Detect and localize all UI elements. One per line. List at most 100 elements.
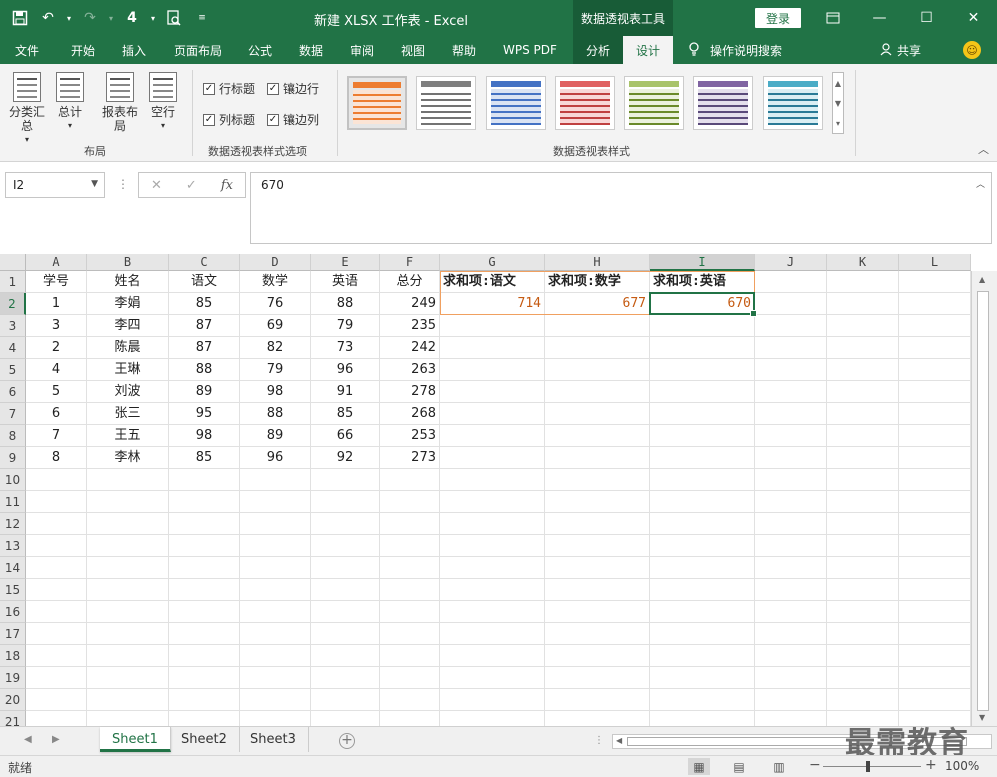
row-header[interactable]: 2 (0, 293, 26, 315)
name-box-dropdown-icon[interactable]: ▼ (91, 179, 98, 189)
sheet-tab-sheet1[interactable]: Sheet1 (100, 727, 171, 752)
row-header[interactable]: 21 (0, 711, 26, 726)
table-cell[interactable]: 96 (240, 447, 310, 469)
table-cell[interactable]: 91 (311, 381, 379, 403)
subtotals-button[interactable]: 分类汇总 ▾ (8, 72, 46, 147)
pivot-style-swatch[interactable] (693, 76, 753, 130)
table-cell[interactable]: 249 (380, 293, 439, 315)
login-button[interactable]: 登录 (755, 8, 801, 28)
name-box[interactable]: I2 ▼ (5, 172, 105, 198)
table-cell[interactable]: 85 (169, 447, 239, 469)
table-cell[interactable]: 陈晨 (87, 337, 168, 359)
row-header[interactable]: 17 (0, 623, 26, 645)
table-cell[interactable]: 98 (169, 425, 239, 447)
tab-wps-pdf[interactable]: WPS PDF (503, 36, 557, 64)
maximize-icon[interactable]: ☐ (903, 0, 950, 36)
zoom-in-icon[interactable]: + (925, 757, 937, 773)
table-cell[interactable]: 235 (380, 315, 439, 337)
tab-file[interactable]: 文件 (15, 36, 39, 64)
pivot-style-swatch[interactable] (416, 76, 476, 130)
save-icon[interactable] (8, 6, 32, 30)
column-header[interactable]: G (440, 254, 545, 271)
row-header[interactable]: 8 (0, 425, 26, 447)
zoom-out-icon[interactable]: − (809, 757, 821, 773)
table-cell[interactable]: 82 (240, 337, 310, 359)
row-header[interactable]: 12 (0, 513, 26, 535)
table-cell[interactable]: 88 (240, 403, 310, 425)
tab-data[interactable]: 数据 (299, 36, 323, 64)
table-cell[interactable]: 6 (26, 403, 86, 425)
table-cell[interactable]: 3 (26, 315, 86, 337)
row-header[interactable]: 19 (0, 667, 26, 689)
tab-page-layout[interactable]: 页面布局 (174, 36, 222, 64)
banded-columns-checkbox[interactable]: ✓ 镶边列 (267, 111, 319, 128)
row-header[interactable]: 3 (0, 315, 26, 337)
pivot-style-swatch[interactable] (555, 76, 615, 130)
tab-analyze[interactable]: 分析 (573, 36, 623, 64)
row-header[interactable]: 20 (0, 689, 26, 711)
gallery-scrollbar[interactable]: ▲ ▼ ▾ (832, 72, 844, 134)
row-header[interactable]: 13 (0, 535, 26, 557)
table-cell[interactable]: 李林 (87, 447, 168, 469)
table-cell[interactable]: 268 (380, 403, 439, 425)
worksheet-grid[interactable]: ▲ ▼ A B C D E F G H I J K L 1 2 3 4 5 6 7 8 9 10 11 12 13 14 15 16 1… (0, 254, 997, 726)
column-header[interactable]: J (755, 254, 827, 271)
undo-icon[interactable]: ↶ (36, 6, 60, 30)
column-header[interactable]: E (311, 254, 380, 271)
page-layout-view-icon[interactable]: ▤ (728, 758, 750, 775)
smiley-feedback-icon[interactable]: ☺ (963, 41, 981, 59)
close-icon[interactable]: ✕ (950, 0, 997, 36)
report-layout-button[interactable]: 报表布局 (101, 72, 139, 133)
normal-view-icon[interactable]: ▦ (688, 758, 710, 775)
table-cell[interactable]: 273 (380, 447, 439, 469)
scroll-left-icon[interactable]: ◀ (616, 736, 622, 745)
column-header[interactable]: C (169, 254, 240, 271)
table-cell[interactable]: 92 (311, 447, 379, 469)
table-cell[interactable]: 4 (26, 359, 86, 381)
formula-bar-grip-icon[interactable]: ⋮ (117, 177, 129, 191)
pivot-header-cell[interactable]: 求和项:数学 (545, 271, 649, 293)
pivot-header-cell[interactable]: 求和项:语文 (440, 271, 544, 293)
table-cell[interactable]: 张三 (87, 403, 168, 425)
table-cell[interactable]: 8 (26, 447, 86, 469)
table-cell[interactable]: 87 (169, 337, 239, 359)
table-cell[interactable]: 76 (240, 293, 310, 315)
row-header[interactable]: 18 (0, 645, 26, 667)
undo-dropdown-icon[interactable]: ▾ (64, 6, 74, 30)
tab-help[interactable]: 帮助 (452, 36, 476, 64)
table-cell[interactable]: 88 (169, 359, 239, 381)
pivot-value-cell[interactable]: 677 (545, 293, 649, 315)
collapse-ribbon-icon[interactable]: ︿ (978, 141, 989, 157)
table-cell[interactable]: 278 (380, 381, 439, 403)
gallery-more-icon[interactable]: ▾ (836, 119, 840, 128)
row-header[interactable]: 11 (0, 491, 26, 513)
table-cell[interactable]: 263 (380, 359, 439, 381)
row-header[interactable]: 16 (0, 601, 26, 623)
zoom-level[interactable]: 100% (945, 759, 979, 773)
pivot-style-swatch[interactable] (763, 76, 823, 130)
table-cell[interactable]: 96 (311, 359, 379, 381)
scroll-up-icon[interactable]: ▲ (835, 79, 841, 88)
table-header-cell[interactable]: 英语 (311, 271, 379, 293)
row-header[interactable]: 15 (0, 579, 26, 601)
table-cell[interactable]: 7 (26, 425, 86, 447)
pivot-style-swatch[interactable] (347, 76, 407, 130)
customize-qat-icon[interactable]: ≡ (190, 6, 214, 30)
row-header[interactable]: 7 (0, 403, 26, 425)
table-header-cell[interactable]: 学号 (26, 271, 86, 293)
touch-dropdown-icon[interactable]: ▾ (148, 6, 158, 30)
page-break-view-icon[interactable]: ▥ (768, 758, 790, 775)
redo-icon[interactable]: ↷ (78, 6, 102, 30)
column-header[interactable]: K (827, 254, 899, 271)
print-preview-icon[interactable] (162, 6, 186, 30)
touch-mode-icon[interactable]: 4 (120, 6, 144, 30)
table-header-cell[interactable]: 姓名 (87, 271, 168, 293)
next-sheet-icon[interactable]: ▶ (52, 734, 60, 745)
column-headers-checkbox[interactable]: ✓ 列标题 (203, 111, 255, 128)
row-header[interactable]: 9 (0, 447, 26, 469)
table-header-cell[interactable]: 总分 (380, 271, 439, 293)
vertical-scroll-thumb[interactable] (977, 291, 989, 711)
table-cell[interactable]: 79 (311, 315, 379, 337)
tab-split-grip-icon[interactable]: ⋮ (594, 735, 604, 746)
row-headers-checkbox[interactable]: ✓ 行标题 (203, 80, 255, 97)
